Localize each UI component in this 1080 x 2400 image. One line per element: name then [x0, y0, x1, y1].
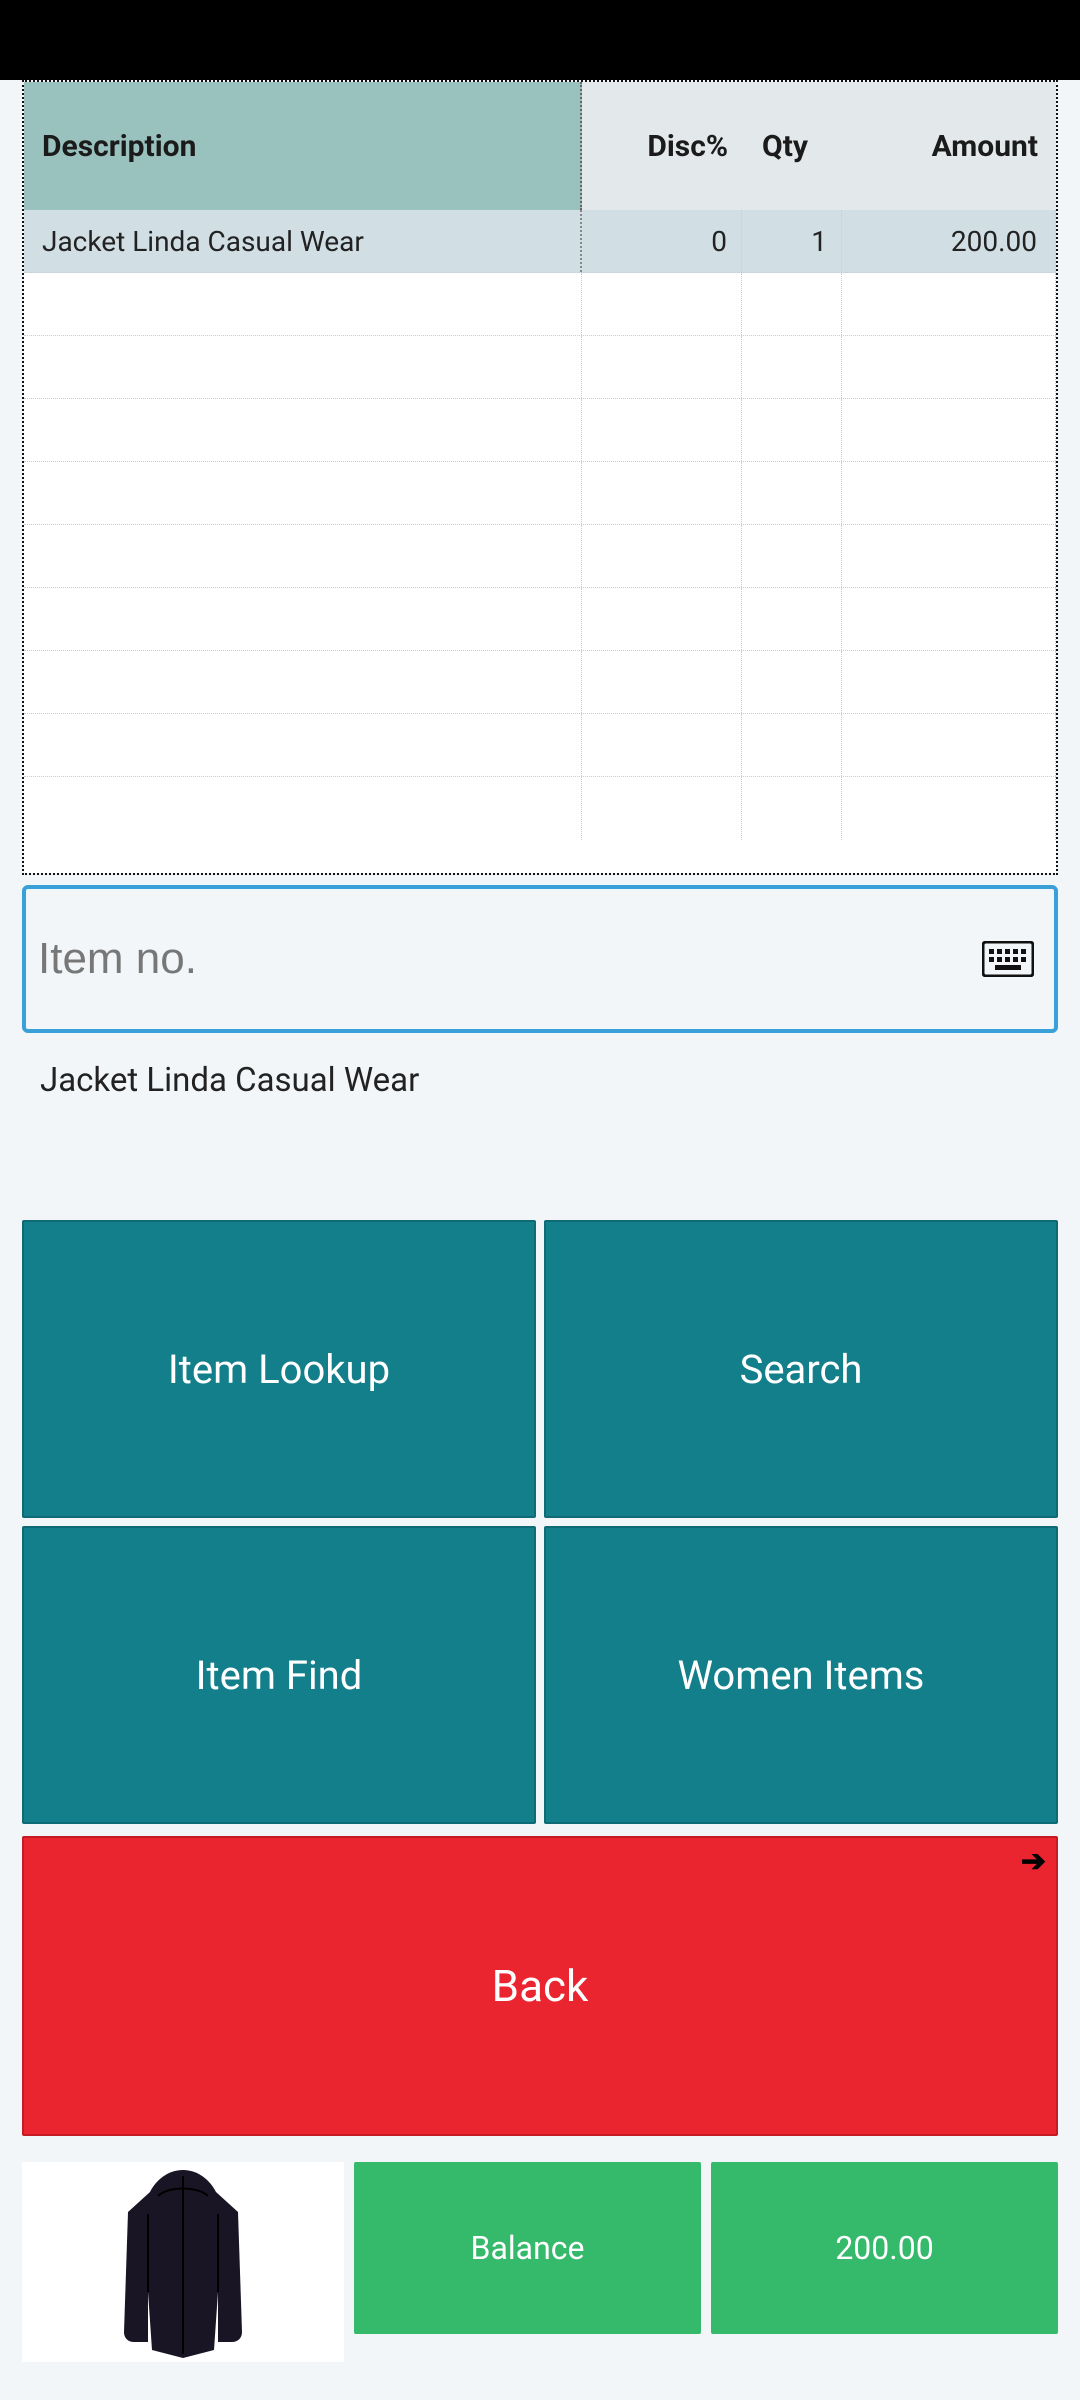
- table-row: [24, 462, 1056, 525]
- table-row: [24, 651, 1056, 714]
- col-header-description[interactable]: Description: [24, 82, 582, 210]
- table-row: [24, 336, 1056, 399]
- keyboard-icon[interactable]: [982, 941, 1034, 977]
- item-find-button[interactable]: Item Find: [22, 1526, 536, 1824]
- back-button-label: Back: [492, 1960, 589, 2012]
- col-header-disc[interactable]: Disc%: [582, 82, 742, 210]
- cell-amount: 200.00: [842, 210, 1056, 272]
- item-number-input-wrap[interactable]: [22, 885, 1058, 1033]
- search-button[interactable]: Search: [544, 1220, 1058, 1518]
- table-body: Jacket Linda Casual Wear 0 1 200.00: [24, 210, 1056, 873]
- table-row: [24, 588, 1056, 651]
- items-table: Description Disc% Qty Amount Jacket Lind…: [22, 80, 1058, 875]
- table-row: [24, 273, 1056, 336]
- product-thumbnail[interactable]: [22, 2162, 344, 2362]
- cell-qty: 1: [742, 210, 842, 272]
- col-header-qty[interactable]: Qty: [742, 82, 842, 210]
- cell-description: Jacket Linda Casual Wear: [24, 210, 582, 272]
- balance-value-tile[interactable]: 200.00: [711, 2162, 1058, 2334]
- arrow-right-icon: ➔: [1021, 1844, 1046, 1879]
- status-bar: [0, 0, 1080, 80]
- item-number-input[interactable]: [38, 934, 982, 984]
- col-header-amount[interactable]: Amount: [842, 82, 1056, 210]
- table-row: [24, 777, 1056, 840]
- cell-disc: 0: [582, 210, 742, 272]
- item-lookup-button[interactable]: Item Lookup: [22, 1220, 536, 1518]
- table-row[interactable]: Jacket Linda Casual Wear 0 1 200.00: [24, 210, 1056, 273]
- table-header-row: Description Disc% Qty Amount: [24, 82, 1056, 210]
- table-row: [24, 399, 1056, 462]
- selected-item-name: Jacket Linda Casual Wear: [40, 1061, 1058, 1100]
- women-items-button[interactable]: Women Items: [544, 1526, 1058, 1824]
- back-button[interactable]: Back ➔: [22, 1836, 1058, 2136]
- table-row: [24, 525, 1056, 588]
- table-row: [24, 714, 1056, 777]
- balance-label-tile[interactable]: Balance: [354, 2162, 701, 2334]
